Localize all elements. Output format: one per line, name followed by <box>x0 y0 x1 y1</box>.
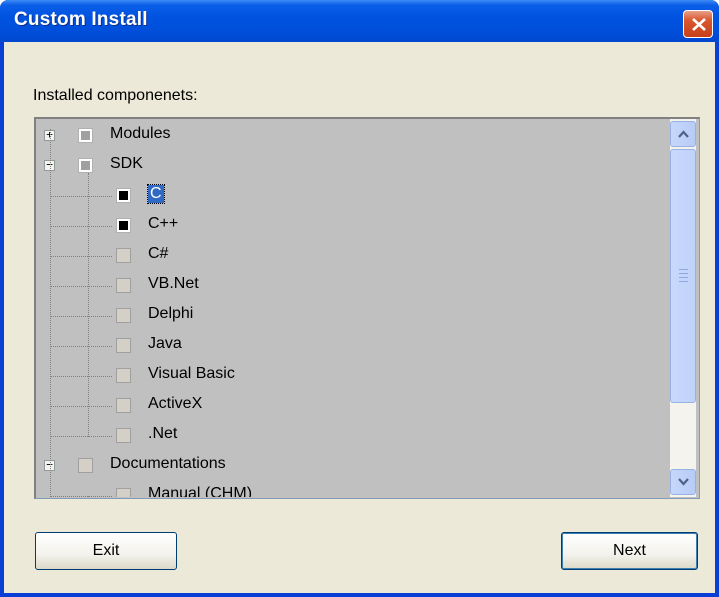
tree-connector <box>50 376 112 377</box>
tree-item[interactable]: − SDK <box>36 151 668 181</box>
component-checkbox[interactable] <box>116 338 131 353</box>
close-button[interactable] <box>683 10 713 38</box>
chevron-up-icon <box>678 130 689 138</box>
tree-item-label: Java <box>148 335 182 352</box>
tree-connector <box>50 129 51 497</box>
scroll-up-button[interactable] <box>670 121 696 147</box>
vertical-scrollbar[interactable] <box>670 119 696 497</box>
tree-item-label: Manual (CHM) <box>148 485 253 497</box>
tree-view[interactable]: + Modules − SDK C C++ C# VB.Net Delphi Java Visual… <box>36 119 668 497</box>
tree-item[interactable]: Java <box>36 331 668 361</box>
tree-item-label: Documentations <box>110 455 226 472</box>
next-button[interactable]: Next <box>561 532 698 570</box>
tree-connector <box>88 173 89 437</box>
tree-connector <box>50 496 112 497</box>
tree-connector <box>50 406 112 407</box>
scroll-down-button[interactable] <box>670 469 696 495</box>
component-checkbox[interactable] <box>78 158 93 173</box>
component-checkbox[interactable] <box>116 368 131 383</box>
tree-connector <box>50 196 112 197</box>
tree-connector <box>50 286 112 287</box>
component-checkbox[interactable] <box>116 188 131 203</box>
tree-item-label: VB.Net <box>148 275 199 292</box>
component-checkbox[interactable] <box>116 218 131 233</box>
tree-connector <box>50 436 112 437</box>
tree-connector <box>50 226 112 227</box>
close-x-icon <box>692 18 706 31</box>
component-checkbox[interactable] <box>78 128 93 143</box>
component-checkbox[interactable] <box>116 308 131 323</box>
tree-item[interactable]: Visual Basic <box>36 361 668 391</box>
component-checkbox[interactable] <box>78 458 93 473</box>
tree-item[interactable]: C# <box>36 241 668 271</box>
tree-item[interactable]: − Documentations <box>36 451 668 481</box>
component-checkbox[interactable] <box>116 488 131 497</box>
components-tree[interactable]: + Modules − SDK C C++ C# VB.Net Delphi Java Visual… <box>34 117 700 499</box>
grip-line <box>679 273 688 274</box>
title-bar[interactable]: Custom Install <box>0 0 719 42</box>
tree-item[interactable]: C <box>36 181 668 211</box>
tree-item[interactable]: + Modules <box>36 121 668 151</box>
tree-item-label: C++ <box>148 215 179 232</box>
tree-connector <box>50 256 112 257</box>
chevron-down-icon <box>678 478 689 486</box>
tree-item-label: .Net <box>148 425 178 442</box>
tree-item-label: Delphi <box>148 305 194 322</box>
tree-connector <box>50 316 112 317</box>
tree-item[interactable]: ActiveX <box>36 391 668 421</box>
window-title: Custom Install <box>14 9 148 30</box>
grip-line <box>679 281 688 282</box>
component-checkbox[interactable] <box>116 428 131 443</box>
component-checkbox[interactable] <box>116 398 131 413</box>
tree-item[interactable]: .Net <box>36 421 668 451</box>
grip-line <box>679 269 688 270</box>
tree-item-label: Modules <box>110 125 171 142</box>
tree-item-label: C# <box>148 245 169 262</box>
tree-item-label: ActiveX <box>148 395 203 412</box>
component-checkbox[interactable] <box>116 278 131 293</box>
tree-item-label: Visual Basic <box>148 365 235 382</box>
tree-item-label: SDK <box>110 155 143 172</box>
scroll-thumb[interactable] <box>670 149 696 403</box>
tree-connector <box>88 496 89 497</box>
component-checkbox[interactable] <box>116 248 131 263</box>
tree-item[interactable]: Manual (CHM) <box>36 481 668 497</box>
grip-line <box>679 277 688 278</box>
tree-item[interactable]: Delphi <box>36 301 668 331</box>
installed-components-label: Installed componenets: <box>33 87 198 104</box>
tree-item-label: C <box>147 184 165 204</box>
exit-button[interactable]: Exit <box>35 532 177 570</box>
tree-connector <box>50 346 112 347</box>
tree-item[interactable]: C++ <box>36 211 668 241</box>
tree-item[interactable]: VB.Net <box>36 271 668 301</box>
